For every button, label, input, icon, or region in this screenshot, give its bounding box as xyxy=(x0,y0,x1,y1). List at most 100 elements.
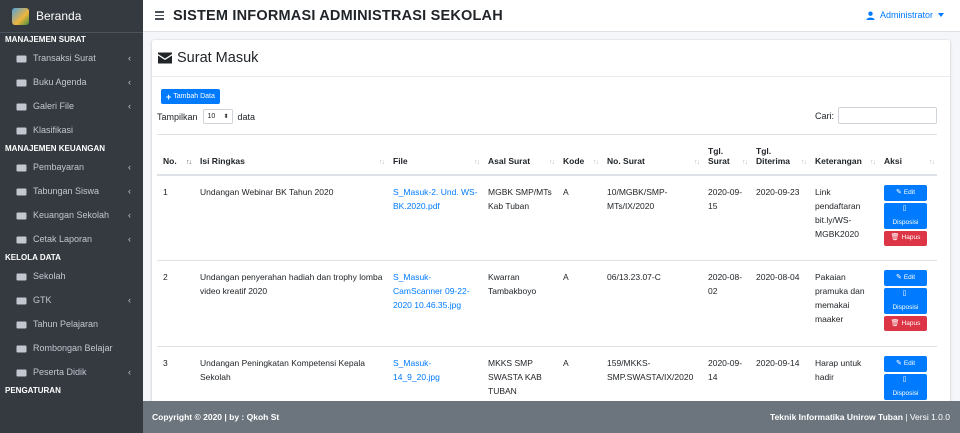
footer-copyright: Copyright © 2020 | by : Qkoh St xyxy=(152,412,280,422)
sidebar-item[interactable]: Tahun Pelajaran xyxy=(0,312,143,336)
col-asal-surat[interactable]: Asal Surat ↑↓ xyxy=(482,134,557,176)
file-link[interactable]: S_Masuk-CamScanner 09-22-2020 10.46.35.j… xyxy=(393,272,470,310)
cell-kode: A xyxy=(557,260,601,347)
sidebar-item[interactable]: Pembayaran ‹ xyxy=(0,155,143,179)
app-title: SISTEM INFORMASI ADMINISTRASI SEKOLAH xyxy=(173,7,503,24)
col-tgl-diterima[interactable]: Tgl. Diterima ↑↓ xyxy=(750,134,809,176)
sidebar-item[interactable]: Tabungan Siswa ‹ xyxy=(0,179,143,203)
sidebar-nav: MANAJEMEN SURAT Transaksi Surat ‹ Buku Agen… xyxy=(0,33,143,397)
col-keterangan[interactable]: Keterangan ↑↓ xyxy=(809,134,878,176)
cell-tgl-surat: 2020-09-15 xyxy=(702,174,750,261)
school-icon xyxy=(16,272,27,281)
disposisi-button[interactable]: ▯ Disposisi xyxy=(884,374,927,400)
users-icon xyxy=(16,344,27,353)
mail-bulk-icon xyxy=(16,54,27,63)
table-row: 1 Undangan Webinar BK Tahun 2020 S_Masuk-2… xyxy=(157,174,937,261)
cell-isi: Undangan Webinar BK Tahun 2020 xyxy=(194,174,387,261)
print-icon xyxy=(16,235,27,244)
page-length-select[interactable]: 10 ⬍ xyxy=(202,109,233,124)
file-icon: ▯ xyxy=(902,376,907,383)
col-no[interactable]: No. ↑↓ xyxy=(157,134,194,176)
caret-down-icon xyxy=(938,13,944,17)
cell-aksi: ✎Edit ▯Disposisi 🗑Hapus xyxy=(878,260,937,347)
add-data-label: Tambah Data xyxy=(173,93,215,100)
col-kode[interactable]: Kode ↑↓ xyxy=(557,134,601,176)
sidebar-item[interactable]: Cetak Laporan ‹ xyxy=(0,227,143,251)
sidebar-item[interactable]: Galeri File ‹ xyxy=(0,94,143,118)
coins-icon xyxy=(16,211,27,220)
cell-tgl-diterima: 2020-09-14 xyxy=(750,346,809,402)
sidebar-item[interactable]: GTK ‹ xyxy=(0,288,143,312)
chevron-left-icon: ‹ xyxy=(128,367,131,377)
cell-asal: Kwarran Tambakboyo xyxy=(482,260,557,347)
search-input[interactable] xyxy=(838,107,937,124)
file-link[interactable]: S_Masuk-2. Und. WS-BK.2020.pdf xyxy=(393,187,478,211)
user-icon xyxy=(866,11,875,20)
cell-tgl-diterima: 2020-08-04 xyxy=(750,260,809,347)
file-link[interactable]: S_Masuk-14_9_20.jpg xyxy=(393,358,440,382)
layers-icon xyxy=(16,126,27,135)
edit-button[interactable]: ✎ Edit xyxy=(884,184,927,201)
cell-tgl-diterima: 2020-09-23 xyxy=(750,174,809,261)
images-icon xyxy=(16,102,27,111)
cell-isi: Undangan Peningkatan Kompetensi Kepala S… xyxy=(194,346,387,402)
sidebar-item[interactable]: Transaksi Surat ‹ xyxy=(0,46,143,70)
disposisi-button[interactable]: ▯ Disposisi xyxy=(884,288,927,314)
sidebar-item-label: Tabungan Siswa xyxy=(33,186,100,196)
content-card: Surat Masuk + Tambah Data Tampilkan 10 ⬍… xyxy=(152,40,950,402)
pencil-icon: ✎ xyxy=(895,274,902,281)
chevron-left-icon: ‹ xyxy=(128,234,131,244)
col-isi-ringkas[interactable]: Isi Ringkas ↑↓ xyxy=(194,134,387,176)
sidebar-item-label: Cetak Laporan xyxy=(33,234,93,244)
file-icon: ▯ xyxy=(902,204,907,212)
sidebar-item[interactable]: Klasifikasi xyxy=(0,118,143,142)
nav-header: MANAJEMEN KEUANGAN xyxy=(5,144,106,153)
sidebar-item-label: Klasifikasi xyxy=(33,125,74,135)
teacher-icon xyxy=(16,296,27,305)
page-title: Surat Masuk xyxy=(177,50,259,66)
cell-aksi: ✎Edit▯Disposisi🗑Hapus xyxy=(878,346,937,402)
add-data-button[interactable]: + Tambah Data xyxy=(161,89,220,104)
table-header-row: No. ↑↓ Isi Ringkas ↑↓ File ↑↓ Asal Surat ↑↓ … xyxy=(157,134,937,176)
table-row: 2 Undangan penyerahan hadiah dan trophy l… xyxy=(157,260,937,347)
sidebar-item-label: Keuangan Sekolah xyxy=(33,210,110,220)
col-aksi[interactable]: Aksi ↑↓ xyxy=(878,134,937,176)
pencil-icon: ✎ xyxy=(895,188,902,196)
cell-file: S_Masuk-2. Und. WS-BK.2020.pdf xyxy=(387,174,482,261)
edit-button[interactable]: ✎ Edit xyxy=(884,356,927,372)
sidebar-item[interactable]: Buku Agenda ‹ xyxy=(0,70,143,94)
brand-title: Beranda xyxy=(36,9,82,23)
file-icon: ▯ xyxy=(902,290,907,297)
cell-kode: A xyxy=(557,174,601,261)
brand-link[interactable]: Beranda xyxy=(0,0,143,33)
delete-button[interactable]: 🗑 Hapus xyxy=(884,230,927,246)
col-no-surat[interactable]: No. Surat ↑↓ xyxy=(601,134,702,176)
top-navbar: SISTEM INFORMASI ADMINISTRASI SEKOLAH Ad… xyxy=(143,0,960,32)
cell-no-surat: 06/13.23.07-C xyxy=(601,260,702,347)
search-label: Cari: xyxy=(814,110,834,121)
disposisi-button[interactable]: ▯ Disposisi xyxy=(884,202,927,229)
sidebar-item-label: GTK xyxy=(33,295,52,305)
sidebar-item[interactable]: Rombongan Belajar xyxy=(0,336,143,360)
cell-no-surat: 159/MKKS-SMP.SWASTA/IX/2020 xyxy=(601,346,702,402)
cell-keterangan: Link pendaftaran bit.ly/WS-MGBK2020 xyxy=(809,174,878,261)
col-file[interactable]: File ↑↓ xyxy=(387,134,482,176)
col-tgl-surat[interactable]: Tgl. Surat ↑↓ xyxy=(702,134,750,176)
edit-button[interactable]: ✎ Edit xyxy=(884,270,927,286)
chevron-left-icon: ‹ xyxy=(128,210,131,220)
plus-icon: + xyxy=(166,91,172,102)
cell-file: S_Masuk-14_9_20.jpg xyxy=(387,346,482,402)
cell-asal: MGBK SMP/MTs Kab Tuban xyxy=(482,174,557,261)
sidebar-item[interactable]: Keuangan Sekolah ‹ xyxy=(0,203,143,227)
nav-header: KELOLA DATA xyxy=(5,253,61,262)
user-menu[interactable]: Administrator xyxy=(866,10,944,20)
cell-tgl-surat: 2020-09-14 xyxy=(702,346,750,402)
delete-button[interactable]: 🗑 Hapus xyxy=(884,316,927,331)
cell-kode: A xyxy=(557,346,601,402)
sidebar-item[interactable]: Sekolah xyxy=(0,264,143,288)
cell-keterangan: Harap untuk hadir xyxy=(809,346,878,402)
menu-toggle-icon[interactable] xyxy=(155,11,164,20)
cell-asal: MKKS SMP SWASTA KAB TUBAN xyxy=(482,346,557,402)
sidebar-item[interactable]: Peserta Didik ‹ xyxy=(0,360,143,384)
cell-keterangan: Pakaian pramuka dan memakai maaker xyxy=(809,260,878,347)
